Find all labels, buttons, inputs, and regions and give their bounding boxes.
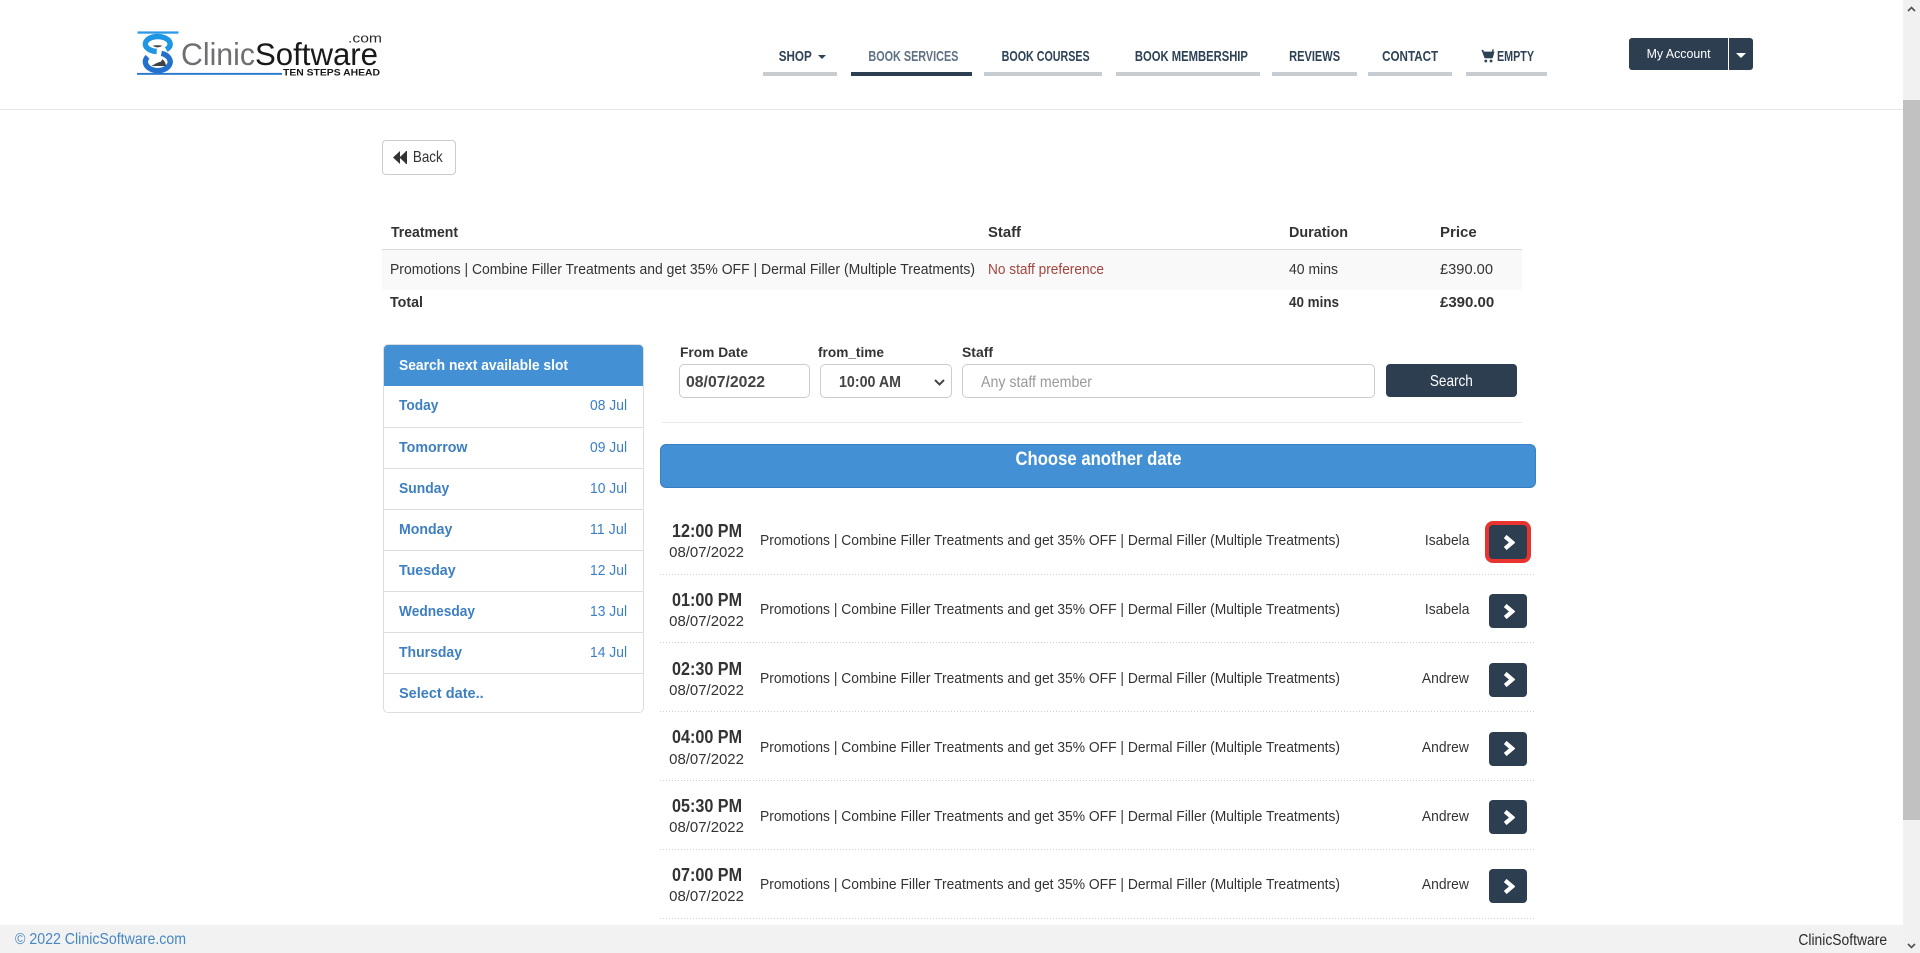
svg-text:TEN STEPS AHEAD: TEN STEPS AHEAD: [283, 68, 380, 78]
svg-text:Clinic: Clinic: [181, 36, 255, 72]
svg-text:.com: .com: [348, 32, 382, 46]
